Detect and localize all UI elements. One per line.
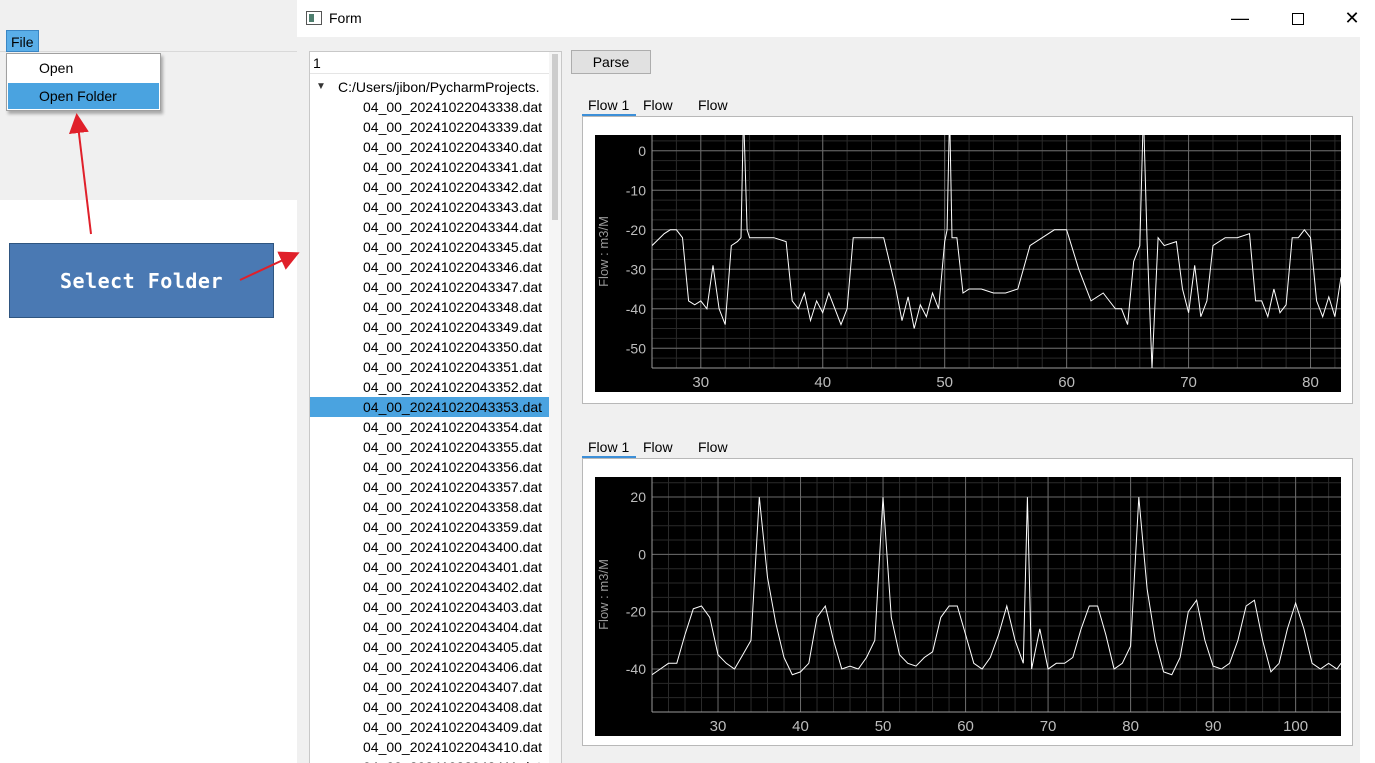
tree-file-item[interactable]: 04_00_20241022043400.dat bbox=[310, 537, 550, 557]
tab-flow-2[interactable]: Flow 2 bbox=[643, 436, 673, 477]
tree-file-item[interactable]: 04_00_20241022043409.dat bbox=[310, 717, 550, 737]
maximize-icon bbox=[1292, 12, 1304, 25]
tree-file-item[interactable]: 04_00_20241022043350.dat bbox=[310, 337, 550, 357]
menu-bar: File bbox=[0, 30, 297, 52]
tree-file-item[interactable]: 04_00_20241022043340.dat bbox=[310, 137, 550, 157]
window-edge bbox=[1360, 37, 1375, 763]
y-tick-label: -50 bbox=[626, 340, 646, 356]
y-tick-label: -20 bbox=[626, 222, 646, 238]
open-folder-menu-item[interactable]: Open Folder bbox=[8, 83, 159, 109]
tree-file-item[interactable]: 04_00_20241022043403.dat bbox=[310, 597, 550, 617]
tree-file-item[interactable]: 04_00_20241022043343.dat bbox=[310, 197, 550, 217]
flow-tab-panel-bottom: 30 40 50 60 70 80 90 100 20 0 -20 -40 Flow : m3/M bbox=[582, 458, 1353, 746]
y-axis-label: Flow : m3/M bbox=[596, 559, 611, 630]
y-tick-label: -30 bbox=[626, 261, 646, 277]
open-menu-item[interactable]: Open bbox=[8, 55, 159, 81]
tree-file-list: 04_00_20241022043338.dat 04_00_2024102204… bbox=[310, 97, 550, 763]
tab-flow-3[interactable]: Flow 3 bbox=[698, 436, 728, 477]
expand-caret-icon[interactable]: ▼ bbox=[316, 77, 326, 97]
flow-series-line bbox=[652, 497, 1341, 676]
tree-file-item[interactable]: 04_00_20241022043354.dat bbox=[310, 417, 550, 437]
tree-header: 1 bbox=[310, 52, 550, 74]
tree-file-item[interactable]: 04_00_20241022043357.dat bbox=[310, 477, 550, 497]
y-axis-label: Flow : m3/M bbox=[596, 216, 611, 287]
tree-file-item[interactable]: 04_00_20241022043407.dat bbox=[310, 677, 550, 697]
scrollbar-thumb[interactable] bbox=[552, 54, 558, 220]
tree-root-label: C:/Users/jibon/PycharmProjects. bbox=[338, 79, 540, 95]
tab-flow-1[interactable]: Flow 1 bbox=[582, 94, 636, 116]
tree-file-item[interactable]: 04_00_20241022043341.dat bbox=[310, 157, 550, 177]
tree-file-item[interactable]: 04_00_20241022043338.dat bbox=[310, 97, 550, 117]
tree-file-item[interactable]: 04_00_20241022043356.dat bbox=[310, 457, 550, 477]
title-bar: Form — ✕ bbox=[297, 0, 1375, 37]
tree-file-item[interactable]: 04_00_20241022043408.dat bbox=[310, 697, 550, 717]
tree-file-item[interactable]: 04_00_20241022043410.dat bbox=[310, 737, 550, 757]
tree-file-item[interactable]: 04_00_20241022043353.dat bbox=[310, 397, 550, 417]
tree-file-item[interactable]: 04_00_20241022043339.dat bbox=[310, 117, 550, 137]
tree-file-item[interactable]: 04_00_20241022043342.dat bbox=[310, 177, 550, 197]
y-tick-label: -10 bbox=[626, 182, 646, 198]
file-tree[interactable]: 1 ▼ C:/Users/jibon/PycharmProjects. 04_0… bbox=[309, 51, 562, 763]
tree-file-item[interactable]: 04_00_20241022043346.dat bbox=[310, 257, 550, 277]
x-tick-label: 30 bbox=[710, 718, 727, 735]
form-window: Form — ✕ 1 ▼ C:/Users/jibon/PycharmProje… bbox=[297, 0, 1375, 763]
x-tick-label: 80 bbox=[1302, 374, 1319, 391]
x-tick-label: 70 bbox=[1180, 374, 1197, 391]
tree-file-item[interactable]: 04_00_20241022043359.dat bbox=[310, 517, 550, 537]
tree-file-item[interactable]: 04_00_20241022043349.dat bbox=[310, 317, 550, 337]
tree-file-item[interactable]: 04_00_20241022043347.dat bbox=[310, 277, 550, 297]
tree-file-item[interactable]: 04_00_20241022043405.dat bbox=[310, 637, 550, 657]
tree-file-item[interactable]: 04_00_20241022043351.dat bbox=[310, 357, 550, 377]
x-tick-label: 50 bbox=[936, 374, 953, 391]
window-title: Form bbox=[329, 10, 362, 26]
y-tick-label: 0 bbox=[638, 143, 646, 159]
tree-file-item[interactable]: 04_00_20241022043355.dat bbox=[310, 437, 550, 457]
tab-flow-3[interactable]: Flow 3 bbox=[698, 94, 728, 135]
y-tick-label: 20 bbox=[630, 489, 646, 505]
y-tick-label: 0 bbox=[638, 546, 646, 562]
x-tick-label: 90 bbox=[1205, 718, 1222, 735]
flow-chart-top[interactable]: 30 40 50 60 70 80 0 -10 -20 -30 -40 -50 Flow : m3/M bbox=[595, 135, 1341, 392]
x-tick-label: 40 bbox=[814, 374, 831, 391]
tree-file-item[interactable]: 04_00_20241022043344.dat bbox=[310, 217, 550, 237]
tab-flow-1[interactable]: Flow 1 bbox=[582, 436, 636, 458]
x-tick-label: 30 bbox=[692, 374, 709, 391]
x-tick-label: 60 bbox=[957, 718, 974, 735]
y-tick-label: -40 bbox=[626, 661, 646, 677]
y-tick-label: -20 bbox=[626, 604, 646, 620]
x-tick-label: 50 bbox=[875, 718, 892, 735]
tree-root-node[interactable]: ▼ C:/Users/jibon/PycharmProjects. bbox=[310, 77, 550, 97]
close-button[interactable]: ✕ bbox=[1329, 0, 1375, 37]
tree-file-item[interactable]: 04_00_20241022043345.dat bbox=[310, 237, 550, 257]
tree-file-item[interactable]: 04_00_20241022043352.dat bbox=[310, 377, 550, 397]
flow-chart-bottom[interactable]: 30 40 50 60 70 80 90 100 20 0 -20 -40 Flow : m3/M bbox=[595, 477, 1341, 736]
file-menu[interactable]: File bbox=[6, 30, 39, 52]
app-icon bbox=[306, 11, 322, 25]
x-tick-label: 80 bbox=[1122, 718, 1139, 735]
tree-scrollbar[interactable] bbox=[549, 52, 561, 763]
x-tick-label: 40 bbox=[792, 718, 809, 735]
flow-tab-panel-top: 30 40 50 60 70 80 0 -10 -20 -30 -40 -50 Flow : m3/M bbox=[582, 116, 1353, 404]
source-app-window: File Open Open Folder bbox=[0, 0, 297, 200]
y-tick-label: -40 bbox=[626, 301, 646, 317]
tree-file-item[interactable]: 04_00_20241022043401.dat bbox=[310, 557, 550, 577]
select-folder-annotation: Select Folder bbox=[9, 243, 274, 318]
maximize-button[interactable] bbox=[1275, 0, 1321, 37]
minimize-button[interactable]: — bbox=[1217, 0, 1263, 37]
x-tick-label: 70 bbox=[1040, 718, 1057, 735]
tree-file-item[interactable]: 04_00_20241022043348.dat bbox=[310, 297, 550, 317]
tab-flow-2[interactable]: Flow 2 bbox=[643, 94, 673, 135]
tree-file-item[interactable]: 04_00_20241022043402.dat bbox=[310, 577, 550, 597]
parse-button[interactable]: Parse bbox=[571, 50, 651, 74]
tree-file-item[interactable]: 04_00_20241022043406.dat bbox=[310, 657, 550, 677]
tree-file-item[interactable]: 04_00_20241022043411.dat bbox=[310, 757, 550, 763]
tree-file-item[interactable]: 04_00_20241022043358.dat bbox=[310, 497, 550, 517]
tree-file-item[interactable]: 04_00_20241022043404.dat bbox=[310, 617, 550, 637]
x-tick-label: 100 bbox=[1283, 718, 1308, 735]
x-tick-label: 60 bbox=[1058, 374, 1075, 391]
file-dropdown-menu: Open Open Folder bbox=[6, 53, 161, 111]
